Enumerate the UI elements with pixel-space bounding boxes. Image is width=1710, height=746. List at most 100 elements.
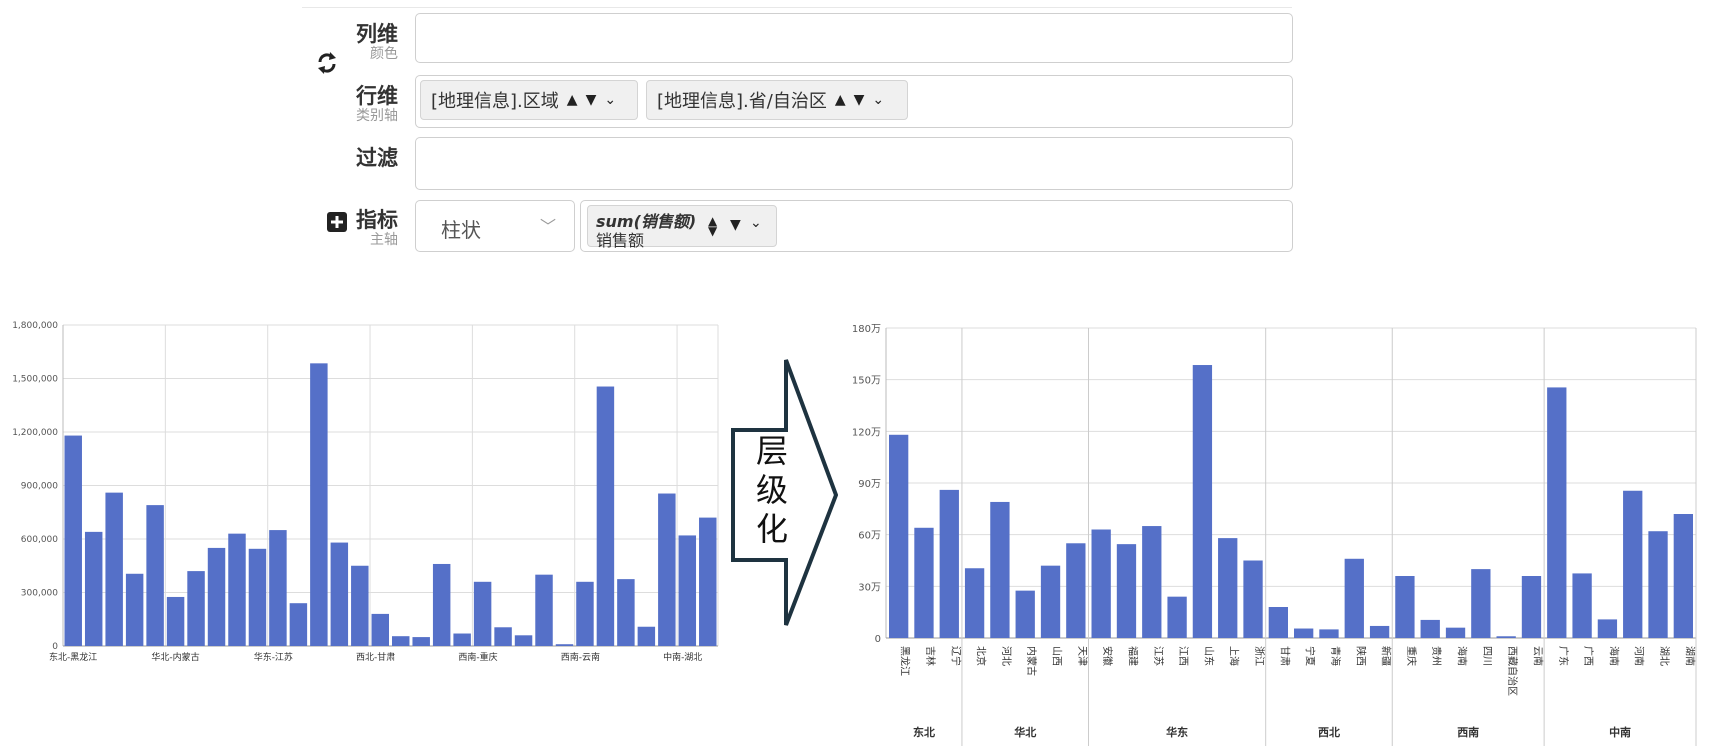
chevron-down-icon[interactable]: ⌄ [750, 215, 762, 231]
y-tick-label: 1,800,000 [12, 321, 58, 331]
bar [1521, 576, 1542, 638]
bar [678, 535, 697, 646]
rows-dropzone[interactable]: [地理信息].区域 ▲ ▼ ⌄ [地理信息].省/自治区 ▲ ▼ ⌄ [415, 75, 1293, 128]
bar [1040, 565, 1061, 638]
bar [1673, 514, 1693, 638]
bar [1218, 538, 1238, 638]
sort-up-icon[interactable]: ▲ [567, 92, 578, 108]
bar [1091, 529, 1111, 638]
swap-icon[interactable] [316, 50, 338, 76]
x-tick-label: 北京 [975, 646, 988, 666]
bar [637, 626, 656, 646]
group-label: 西南 [1457, 725, 1479, 739]
x-tick-label: 西藏自治区 [1506, 646, 1519, 696]
bar [84, 531, 103, 646]
bar [1243, 560, 1263, 638]
bar [371, 613, 389, 646]
bar [310, 363, 328, 646]
bar [514, 635, 533, 646]
y-tick-label: 90万 [858, 479, 881, 490]
bar [1547, 387, 1567, 638]
x-tick-label: 贵州 [1430, 646, 1443, 666]
x-tick-label: 天津 [1076, 646, 1088, 666]
bar [1167, 596, 1187, 638]
x-tick-label: 海南 [1456, 646, 1469, 666]
bar [1369, 625, 1390, 638]
x-tick-label: 东北-黑龙江 [49, 651, 97, 663]
x-tick-label: 重庆 [1405, 646, 1418, 666]
x-tick-label: 福建 [1126, 646, 1139, 666]
bar [125, 573, 144, 646]
x-tick-label: 广西 [1582, 646, 1594, 666]
y-tick-label: 0 [52, 642, 58, 652]
bar [658, 493, 676, 646]
bar [535, 574, 553, 646]
measure-chip[interactable]: sum(销售额) 销售额 ▲ ▼ ▼ ⌄ [587, 205, 777, 250]
columns-dropzone[interactable] [415, 13, 1293, 63]
bar [1319, 629, 1339, 638]
y-tick-label: 900,000 [21, 482, 58, 492]
chart-type-select[interactable]: 柱状 ﹀ [415, 200, 575, 252]
bar [1192, 365, 1213, 638]
bar [494, 627, 512, 646]
bar [473, 581, 492, 646]
x-tick-label: 西北-甘肃 [356, 651, 395, 663]
x-tick-label: 辽宁 [949, 646, 962, 666]
bar [228, 533, 246, 646]
filter-label: 过滤 [356, 146, 398, 170]
bar [453, 633, 471, 646]
x-tick-label: 陕西 [1354, 646, 1367, 666]
x-tick-label: 青海 [1329, 646, 1342, 666]
x-tick-label: 湖南 [1683, 646, 1696, 666]
y-tick-label: 300,000 [21, 589, 58, 599]
filter-dropzone[interactable] [415, 137, 1293, 190]
bar [939, 489, 959, 638]
measures-sublabel: 主轴 [370, 232, 398, 248]
bar [1420, 619, 1440, 638]
row-label-measures: 指标 主轴 [302, 208, 398, 249]
x-tick-label: 宁夏 [1304, 646, 1317, 666]
bar [699, 517, 717, 646]
bar [1066, 543, 1086, 638]
row-label-rows: 行维 类别轴 [302, 84, 398, 125]
x-tick-label: 湖北 [1658, 646, 1670, 666]
row-chip-region[interactable]: [地理信息].区域 ▲ ▼ ⌄ [420, 80, 638, 120]
bar [1294, 628, 1314, 638]
chart-type-value: 柱状 [441, 218, 481, 242]
arrow-text: 层 级 化 [755, 432, 788, 548]
bar [64, 435, 82, 646]
bar [1623, 490, 1643, 638]
filter-icon[interactable]: ▼ [730, 217, 741, 233]
filter-icon[interactable]: ▼ [854, 92, 865, 108]
y-tick-label: 150万 [852, 376, 881, 387]
x-tick-label: 河南 [1633, 646, 1646, 666]
bar [1344, 558, 1364, 638]
measures-label: 指标 [356, 208, 398, 232]
bar [207, 547, 226, 646]
bar [990, 501, 1010, 638]
x-tick-label: 山西 [1051, 646, 1063, 666]
bar [351, 565, 369, 646]
bar [617, 579, 635, 646]
measures-dropzone[interactable]: sum(销售额) 销售额 ▲ ▼ ▼ ⌄ [580, 200, 1293, 252]
row-chip-province[interactable]: [地理信息].省/自治区 ▲ ▼ ⌄ [646, 80, 908, 120]
filter-icon[interactable]: ▼ [586, 92, 597, 108]
bar [289, 603, 308, 646]
chevron-down-icon[interactable]: ⌄ [872, 92, 884, 108]
bar [1496, 636, 1516, 638]
y-tick-label: 1,500,000 [12, 375, 58, 385]
y-tick-label: 0 [875, 634, 881, 645]
group-label: 华东 [1166, 725, 1188, 739]
x-tick-label: 安徽 [1101, 646, 1114, 666]
x-tick-label: 江西 [1177, 646, 1189, 666]
x-tick-label: 浙江 [1253, 646, 1265, 666]
x-tick-label: 四川 [1481, 646, 1492, 666]
x-tick-label: 云南 [1531, 646, 1544, 666]
hierarchical-bar-chart: 0 30万 60万 90万 120万 150万 180万黑龙江 吉林 辽宁东北 北京 河北 内蒙古 山西… [852, 324, 1697, 746]
sort-up-icon[interactable]: ▲ [835, 92, 846, 108]
x-tick-label: 西南-重庆 [458, 651, 497, 663]
bar [1395, 576, 1415, 638]
row-chip-province-label: [地理信息].省/自治区 [657, 91, 827, 112]
sort-icon[interactable]: ▲ ▼ [708, 215, 717, 237]
chevron-down-icon[interactable]: ⌄ [604, 92, 616, 108]
